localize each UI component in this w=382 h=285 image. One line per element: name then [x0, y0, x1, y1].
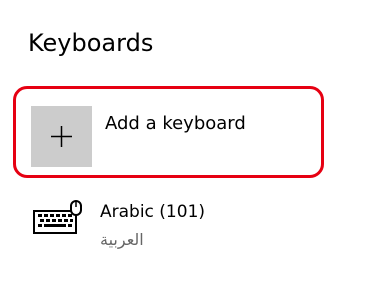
keyboards-settings-pane: Keyboards Add a keyboard Arabic (101) ال…: [0, 0, 382, 285]
keyboard-native-name: العربية: [100, 230, 144, 249]
section-title: Keyboards: [28, 29, 154, 57]
add-keyboard-label: Add a keyboard: [105, 113, 246, 134]
keyboard-item-arabic[interactable]: Arabic (101) العربية: [32, 196, 332, 258]
add-keyboard-button[interactable]: Add a keyboard: [31, 106, 321, 168]
add-keyboard-tile: [31, 106, 92, 167]
keyboard-icon: [33, 200, 82, 234]
plus-icon: [51, 126, 72, 147]
keyboard-name: Arabic (101): [100, 202, 206, 222]
